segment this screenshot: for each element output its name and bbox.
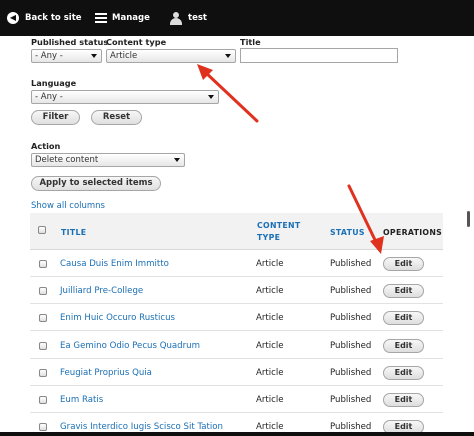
annotation-arrow-edit (347, 184, 384, 254)
annotation-arrow-content-type (197, 64, 259, 123)
annotation-arrows (197, 64, 384, 254)
